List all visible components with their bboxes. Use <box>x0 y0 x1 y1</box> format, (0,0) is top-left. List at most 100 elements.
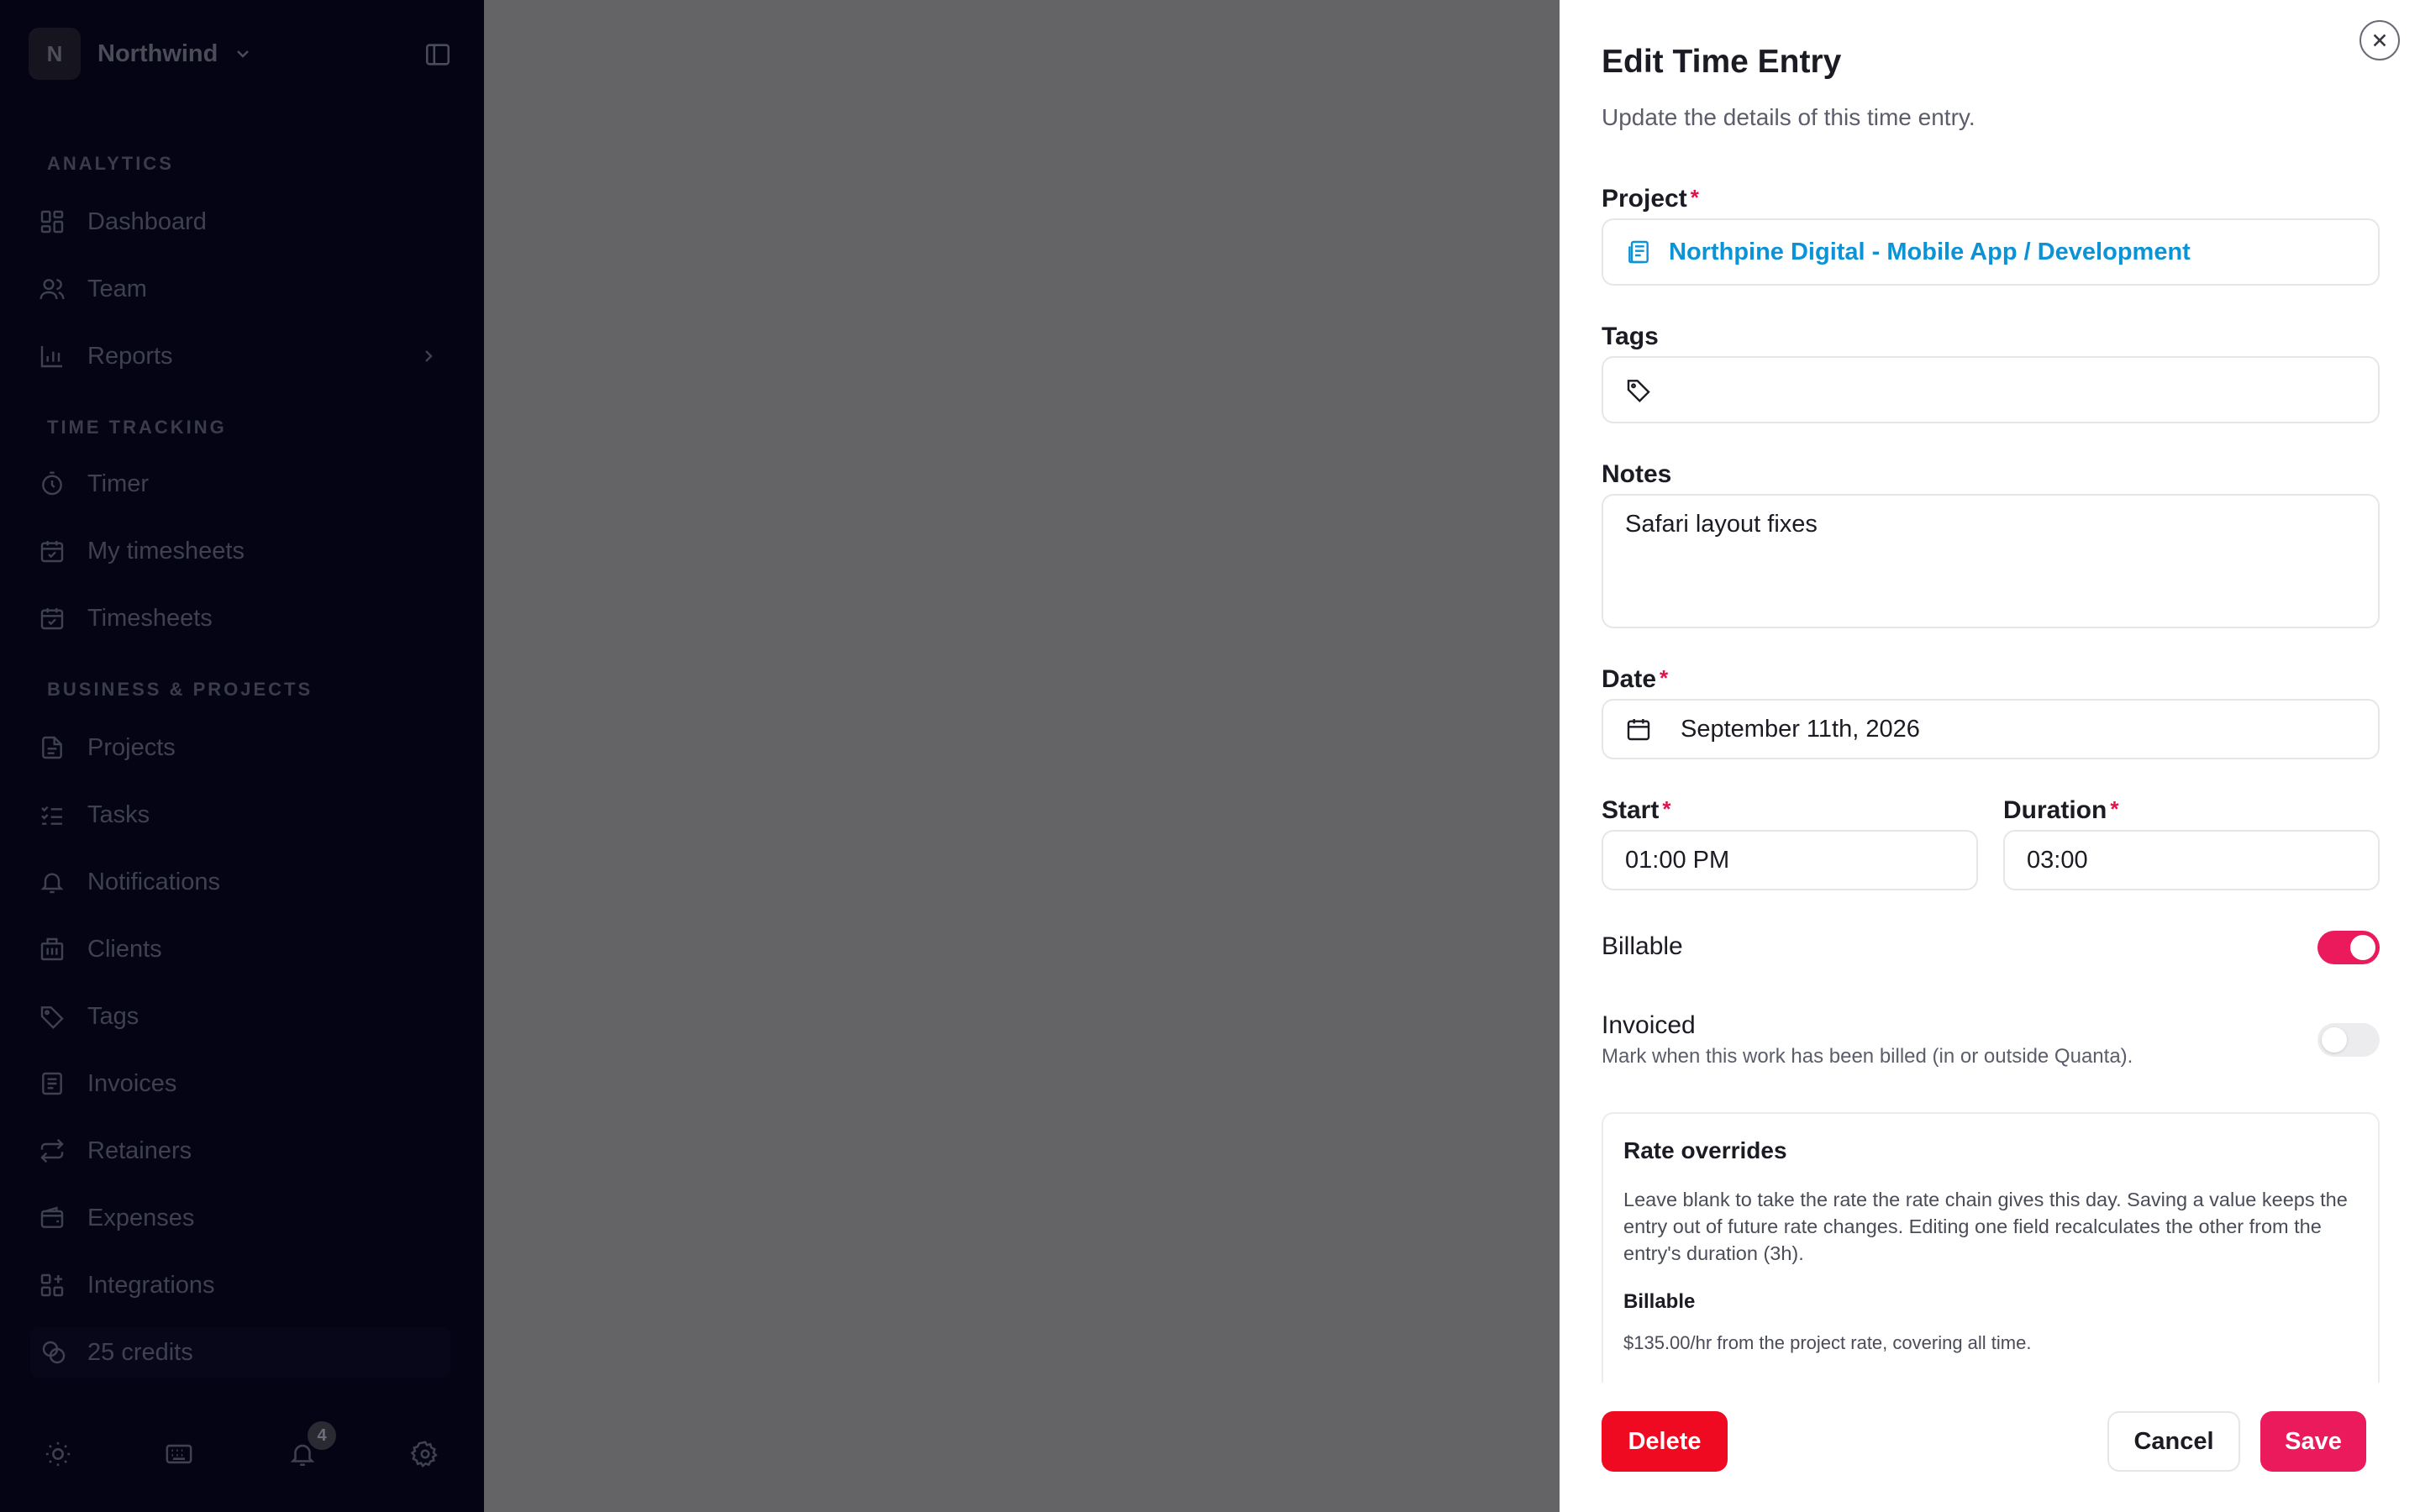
notes-label: Notes <box>1602 460 1672 488</box>
sidebar-item-expenses[interactable]: Expenses <box>39 1193 194 1243</box>
sidebar-item-label: Integrations <box>87 1271 215 1299</box>
start-value: 01:00 PM <box>1625 846 1730 874</box>
billable-toggle[interactable] <box>2317 931 2380 964</box>
invoiced-toggle[interactable] <box>2317 1023 2380 1057</box>
drawer-subtitle: Update the details of this time entry. <box>1602 104 1975 130</box>
sidebar-item-retainers[interactable]: Retainers <box>39 1126 192 1176</box>
dashboard-icon <box>40 210 64 234</box>
duration-value: 03:00 <box>2027 846 2088 874</box>
rate-billable-info: $135.00/hr from the project rate, coveri… <box>1623 1332 2032 1353</box>
invoiced-help-text: Mark when this work has been billed (in … <box>1602 1045 2133 1068</box>
rate-overrides-title: Rate overrides <box>1623 1137 1787 1163</box>
tags-input[interactable] <box>1602 356 2380 423</box>
date-picker[interactable]: September 11th, 2026 <box>1602 699 2380 759</box>
notes-value: Safari layout fixes <box>1625 511 1818 538</box>
building-icon <box>40 937 64 961</box>
wallet-icon <box>40 1206 64 1228</box>
close-icon <box>2373 34 2386 47</box>
sidebar-item-label: Retainers <box>87 1137 192 1164</box>
required-marker: * <box>1662 796 1671 822</box>
sun-icon[interactable] <box>44 1440 72 1468</box>
duration-input[interactable]: 03:00 <box>2003 830 2380 890</box>
project-label-text: Project <box>1602 185 1687 213</box>
project-value: Northpine Digital - Mobile App / Develop… <box>1669 238 2191 265</box>
calendar-check-icon <box>40 608 64 630</box>
notification-badge: 4 <box>308 1421 336 1450</box>
sidebar-item-timer[interactable]: Timer <box>39 459 149 509</box>
chevron-right-icon <box>425 350 433 362</box>
sidebar-item-invoices[interactable]: Invoices <box>39 1058 176 1109</box>
sidebar-item-label: Tasks <box>87 801 150 828</box>
project-document-icon <box>1628 240 1649 264</box>
notes-textarea[interactable]: Safari layout fixes <box>1602 494 2380 628</box>
section-analytics: ANALYTICS <box>47 153 174 174</box>
sidebar-item-label: Tags <box>87 1002 139 1030</box>
required-marker: * <box>2110 796 2119 822</box>
calendar-icon <box>1627 719 1650 741</box>
start-label: Start * <box>1602 796 1670 825</box>
close-button[interactable] <box>2360 20 2400 60</box>
required-marker: * <box>1660 665 1669 690</box>
keyboard-icon[interactable] <box>165 1440 193 1468</box>
sidebar-item-clients[interactable]: Clients <box>39 924 162 974</box>
gear-icon[interactable] <box>411 1440 439 1468</box>
duration-label-text: Duration <box>2003 796 2107 824</box>
sidebar-toggle-icon[interactable] <box>424 40 452 69</box>
sidebar-item-label: Clients <box>87 935 162 963</box>
save-button[interactable]: Save <box>2260 1411 2366 1472</box>
date-label-text: Date <box>1602 665 1657 693</box>
sidebar-item-notifications[interactable]: Notifications <box>39 857 220 907</box>
reports-icon <box>40 346 62 368</box>
repeat-icon <box>40 1138 64 1163</box>
drawer-title: Edit Time Entry <box>1602 44 1842 80</box>
modal-backdrop[interactable] <box>484 0 1560 1512</box>
sidebar-item-label: Team <box>87 275 147 302</box>
rate-overrides-description: Leave blank to take the rate the rate ch… <box>1623 1189 2348 1264</box>
sidebar-item-reports[interactable]: Reports <box>39 331 173 381</box>
sidebar-item-label: Notifications <box>87 868 220 895</box>
workspace-switcher[interactable]: N Northwind <box>29 27 253 81</box>
start-time-input[interactable]: 01:00 PM <box>1602 830 1978 890</box>
rate-billable-heading: Billable <box>1623 1290 1696 1313</box>
tag-icon <box>40 1006 64 1030</box>
workspace-avatar: N <box>29 28 81 80</box>
credits-label: 25 credits <box>87 1338 193 1366</box>
invoice-icon <box>42 1072 62 1095</box>
section-time-tracking: TIME TRACKING <box>47 417 227 438</box>
sidebar-item-label: Projects <box>87 733 176 761</box>
duration-label: Duration * <box>2003 796 2118 825</box>
billable-label: Billable <box>1602 932 1683 960</box>
bell-icon <box>40 873 64 894</box>
integrations-icon <box>40 1273 64 1297</box>
cancel-button[interactable]: Cancel <box>2107 1411 2240 1472</box>
chevron-down-icon <box>237 50 250 58</box>
workspace-name: Northwind <box>97 39 218 67</box>
date-value: September 11th, 2026 <box>1681 715 1920 743</box>
sidebar-item-tags[interactable]: Tags <box>39 991 139 1042</box>
sidebar-item-team[interactable]: Team <box>39 264 147 314</box>
sidebar-item-my-timesheets[interactable]: My timesheets <box>39 526 245 576</box>
delete-button[interactable]: Delete <box>1602 1411 1728 1472</box>
toggle-knob <box>2322 1027 2347 1053</box>
sidebar-item-label: Invoices <box>87 1069 177 1097</box>
toggle-knob <box>2350 935 2375 960</box>
sidebar-item-label: My timesheets <box>87 537 245 564</box>
team-icon <box>39 279 65 300</box>
project-select[interactable]: Northpine Digital - Mobile App / Develop… <box>1602 218 2380 286</box>
sidebar-item-timesheets[interactable]: Timesheets <box>39 593 213 643</box>
sidebar-item-projects[interactable]: Projects <box>39 722 176 773</box>
project-label: Project * <box>1602 185 1699 213</box>
required-marker: * <box>1690 185 1699 210</box>
document-icon <box>42 736 62 759</box>
calendar-check-icon <box>40 541 64 563</box>
credits-indicator[interactable]: 25 credits <box>30 1327 450 1378</box>
tags-label: Tags <box>1602 323 1659 350</box>
date-label: Date * <box>1602 665 1668 694</box>
sidebar-item-dashboard[interactable]: Dashboard <box>39 197 207 247</box>
sidebar-item-tasks[interactable]: Tasks <box>39 790 150 840</box>
sidebar-item-label: Timesheets <box>87 604 213 632</box>
timer-icon <box>42 471 62 496</box>
sidebar-item-integrations[interactable]: Integrations <box>39 1260 215 1310</box>
sidebar-item-label: Reports <box>87 342 173 370</box>
tag-icon <box>1627 380 1650 403</box>
